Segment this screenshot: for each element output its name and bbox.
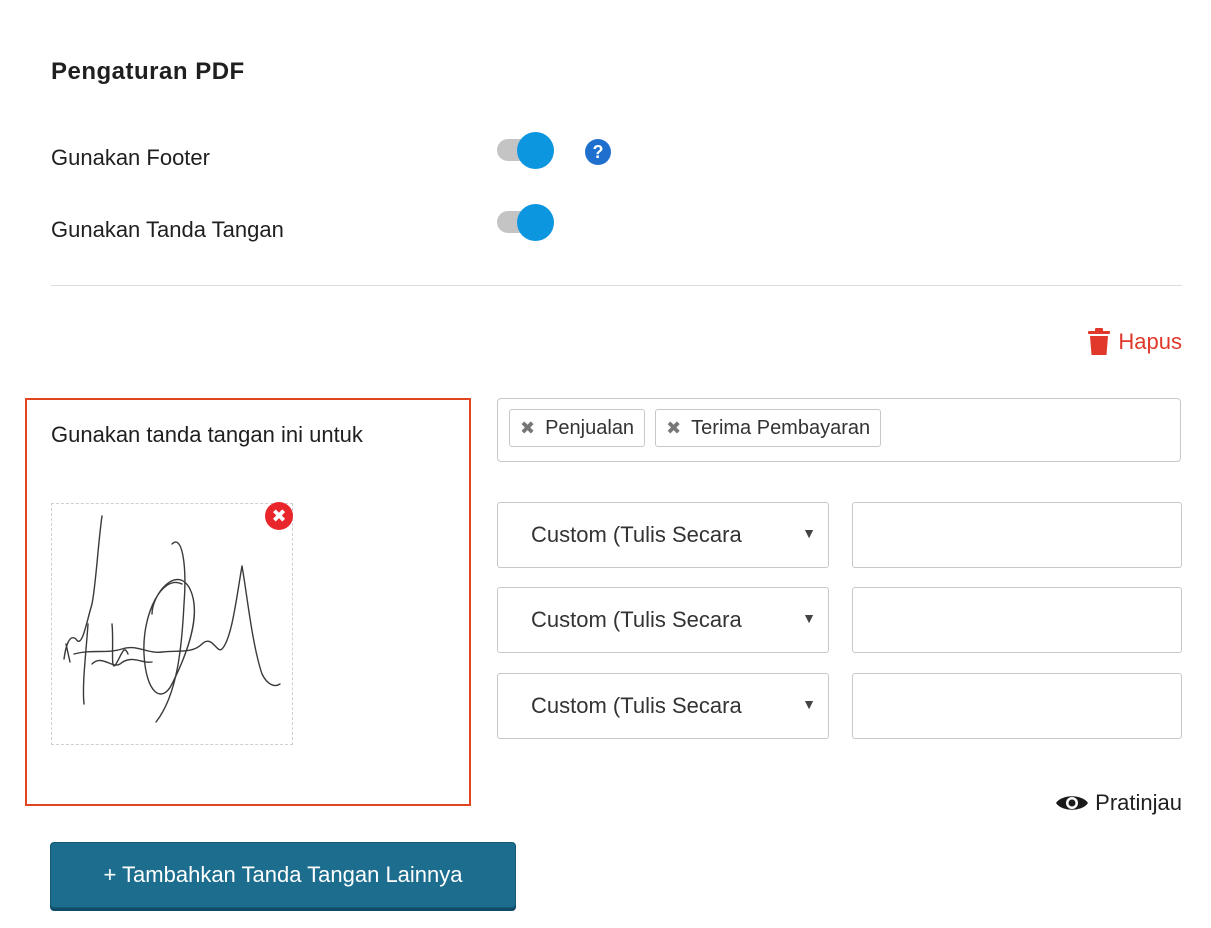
signer-type-select[interactable]: Custom (Tulis Secara ▼ [497,673,829,739]
tag-penjualan: ✖ Penjualan [509,409,646,447]
eye-icon [1056,796,1089,810]
preview-label: Pratinjau [1095,790,1182,815]
signature-usage-label: Gunakan tanda tangan ini untuk [51,422,363,447]
section-title: Pengaturan PDF [51,58,245,85]
add-signature-button[interactable]: + Tambahkan Tanda Tangan Lainnya [50,842,516,908]
preview-button[interactable]: Pratinjau [1055,790,1182,816]
help-icon[interactable]: ? [585,139,611,165]
signer-type-select[interactable]: Custom (Tulis Secara ▼ [497,587,829,653]
select-value: Custom (Tulis Secara [531,607,742,632]
signature-image [63,515,281,723]
tag-remove-icon[interactable]: ✖ [520,418,535,439]
tag-label: Penjualan [545,416,635,439]
signer-type-select[interactable]: Custom (Tulis Secara ▼ [497,502,829,568]
delete-button[interactable]: Hapus [1088,328,1182,356]
tag-remove-icon[interactable]: ✖ [666,418,681,439]
divider [51,285,1182,286]
select-value: Custom (Tulis Secara [531,522,742,547]
signer-text-input[interactable] [852,587,1182,653]
chevron-down-icon: ▼ [802,525,816,541]
tag-label: Terima Pembayaran [691,416,871,439]
footer-toggle-knob [517,132,554,169]
signer-text-input[interactable] [852,673,1182,739]
tag-terima-pembayaran: ✖ Terima Pembayaran [655,409,882,447]
signature-label: Gunakan Tanda Tangan [51,217,284,242]
signature-toggle[interactable] [497,203,557,241]
signer-text-input[interactable] [852,502,1182,568]
document-type-tag-input[interactable]: ✖ Penjualan ✖ Terima Pembayaran [497,398,1181,462]
signature-usage-box: Gunakan tanda tangan ini untuk ✖ [25,398,471,806]
footer-label: Gunakan Footer [51,145,210,170]
signature-image-area [51,503,293,745]
chevron-down-icon: ▼ [802,610,816,626]
delete-label: Hapus [1118,329,1182,354]
select-value: Custom (Tulis Secara [531,693,742,718]
chevron-down-icon: ▼ [802,696,816,712]
trash-icon [1088,328,1111,355]
signature-toggle-knob [517,204,554,241]
remove-signature-icon[interactable]: ✖ [265,502,293,530]
footer-toggle[interactable] [497,131,557,169]
